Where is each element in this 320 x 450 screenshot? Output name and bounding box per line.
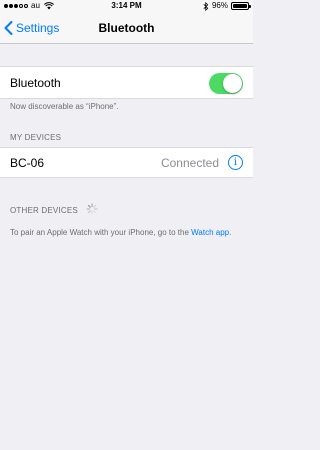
pair-watch-note: To pair an Apple Watch with your iPhone,…: [10, 227, 246, 238]
discoverable-text: Now discoverable as “iPhone”.: [10, 102, 119, 111]
status-bar: au 3:14 PM 96%: [0, 0, 253, 12]
loading-spinner-icon: [86, 203, 98, 215]
back-button[interactable]: Settings: [4, 12, 59, 44]
toggle-knob: [223, 74, 242, 93]
device-status: Connected: [160, 156, 219, 170]
battery-icon: [231, 2, 251, 10]
pair-watch-text: To pair an Apple Watch with your iPhone,…: [10, 228, 189, 237]
bluetooth-label: Bluetooth: [10, 76, 61, 90]
device-name: BC-06: [10, 156, 45, 170]
status-right: 96%: [203, 0, 251, 12]
bluetooth-toggle[interactable]: [209, 73, 243, 94]
pair-watch-period: .: [229, 228, 232, 237]
bluetooth-toggle-row: Bluetooth: [0, 66, 253, 99]
watch-app-link[interactable]: Watch app: [191, 228, 229, 237]
battery-percent: 96%: [211, 1, 228, 10]
other-devices-header: OTHER DEVICES: [10, 206, 78, 215]
back-button-label: Settings: [16, 21, 60, 35]
info-icon[interactable]: i: [228, 155, 243, 170]
my-devices-header: MY DEVICES: [10, 133, 62, 142]
chevron-left-icon: [4, 21, 13, 35]
device-row[interactable]: BC-06 Connected i: [0, 147, 253, 178]
navigation-bar: Settings Bluetooth: [0, 12, 253, 44]
bluetooth-icon: [203, 1, 209, 11]
